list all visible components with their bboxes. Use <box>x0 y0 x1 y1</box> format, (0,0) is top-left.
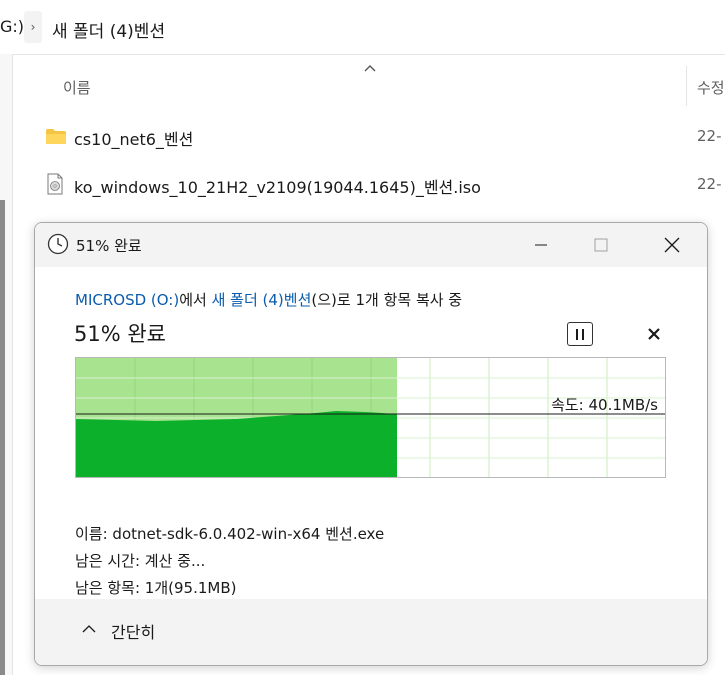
detail-file-name: 이름: dotnet-sdk-6.0.402-win-x64 벤션.exe <box>75 525 385 543</box>
minimize-button[interactable] <box>513 223 569 267</box>
address-bar[interactable]: G:) › 새 폴더 (4)벤션 <box>0 0 725 55</box>
folder-icon <box>45 128 67 145</box>
cancel-copy-button[interactable] <box>642 322 666 346</box>
navigation-pane-scrollbar[interactable] <box>0 200 5 675</box>
speed-label: 속도: 40.1MB/s <box>551 396 658 414</box>
file-date: 22- <box>697 175 722 193</box>
breadcrumb-folder[interactable]: 새 폴더 (4)벤션 <box>52 17 165 42</box>
progress-heading: 51% 완료 <box>74 322 166 346</box>
detail-items-remaining: 남은 항목: 1개(95.1MB) <box>75 579 237 597</box>
breadcrumb-separator[interactable]: › <box>24 11 42 43</box>
breadcrumb-drive[interactable]: G:) <box>0 17 24 36</box>
copy-description-rest: (으)로 1개 항목 복사 중 <box>311 291 463 309</box>
close-button[interactable] <box>645 223 701 267</box>
column-divider[interactable] <box>686 66 687 106</box>
file-name: ko_windows_10_21H2_v2109(19044.1645)_벤션.… <box>74 178 481 197</box>
column-name[interactable]: 이름 <box>63 77 91 98</box>
dialog-footer: 간단히 <box>35 599 707 665</box>
file-name: cs10_net6_벤션 <box>74 130 194 149</box>
transfer-speed-graph: 속도: 40.1MB/s <box>75 357 666 478</box>
list-item-folder[interactable]: cs10_net6_벤션 22- <box>13 117 725 157</box>
pause-button[interactable] <box>567 322 593 346</box>
destination-link[interactable]: 새 폴더 (4)벤션 <box>212 291 312 309</box>
list-item-iso[interactable]: ko_windows_10_21H2_v2109(19044.1645)_벤션.… <box>13 165 725 205</box>
pause-icon-bar <box>576 329 578 340</box>
source-suffix: 에서 <box>179 291 212 309</box>
speed-area <box>76 411 397 477</box>
dialog-content: MICROSD (O:)에서 새 폴더 (4)벤션(으)로 1개 항목 복사 중… <box>35 267 707 599</box>
pause-icon-bar <box>582 329 584 340</box>
maximize-button[interactable] <box>573 223 629 267</box>
source-link[interactable]: MICROSD (O:) <box>75 291 179 309</box>
dialog-titlebar[interactable]: 51% 완료 <box>35 223 707 267</box>
file-date: 22- <box>697 127 722 145</box>
file-explorer-window: G:) › 새 폴더 (4)벤션 이름 수정 cs10_net6_벤션 22- <box>0 0 725 675</box>
clock-icon <box>47 233 69 255</box>
chevron-up-icon[interactable] <box>81 621 97 637</box>
disc-image-icon <box>47 173 63 195</box>
fewer-details-button[interactable]: 간단히 <box>111 619 155 643</box>
column-header: 이름 수정 <box>13 62 725 110</box>
dialog-title: 51% 완료 <box>76 237 142 255</box>
detail-time-remaining: 남은 시간: 계산 중... <box>75 552 206 570</box>
column-modified[interactable]: 수정 <box>697 77 725 98</box>
speed-graph-svg <box>76 358 665 477</box>
copy-progress-dialog: 51% 완료 MICROSD (O:)에서 새 폴더 (4)벤션(으)로 1개 … <box>34 222 708 666</box>
copy-description: MICROSD (O:)에서 새 폴더 (4)벤션(으)로 1개 항목 복사 중 <box>75 289 462 310</box>
sort-ascending-icon <box>363 62 377 76</box>
